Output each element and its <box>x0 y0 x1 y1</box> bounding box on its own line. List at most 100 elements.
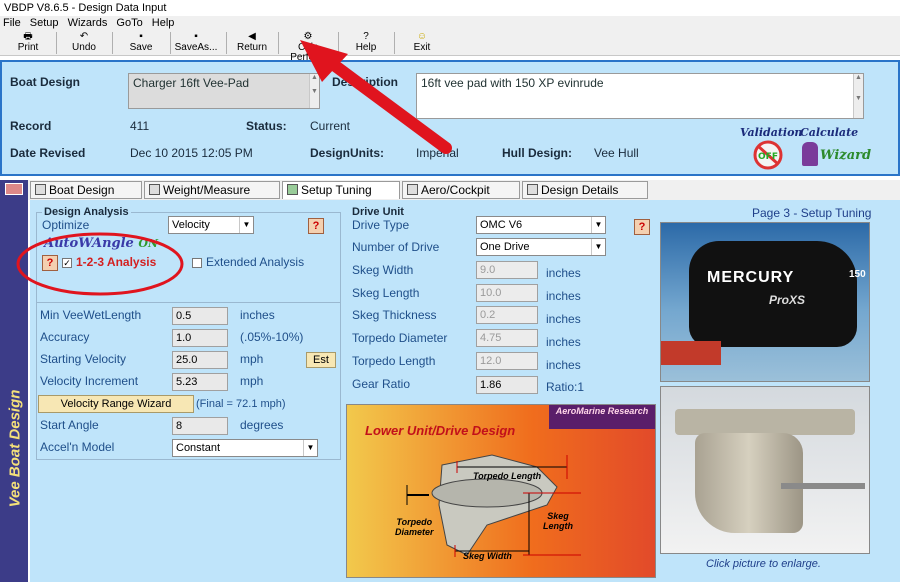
record-value: 411 <box>130 119 150 133</box>
menu-goto[interactable]: GoTo <box>113 16 145 30</box>
status-label: Status: <box>246 119 287 133</box>
tab-strip: Boat Design Input Weight/Measure Input S… <box>28 180 900 213</box>
wizard-icon <box>802 142 818 166</box>
tab-design-details-input[interactable]: Design Details Input <box>522 181 648 213</box>
tab-weight-measure-input[interactable]: Weight/Measure Input <box>144 181 280 213</box>
starting-velocity-input[interactable]: 25.0 <box>172 351 228 369</box>
accuracy-unit: (.05%-10%) <box>240 330 304 344</box>
velocity-increment-input[interactable]: 5.23 <box>172 373 228 391</box>
page-title: Page 3 - Setup Tuning <box>752 206 872 220</box>
menu-setup[interactable]: Setup <box>27 16 62 30</box>
torpedo-diameter-input[interactable]: 4.75 <box>476 329 538 347</box>
gear-ratio-input[interactable]: 1.86 <box>476 376 538 394</box>
velocity-range-wizard-button[interactable]: Velocity Range Wizard <box>38 395 194 413</box>
velocity-increment-label: Velocity Increment <box>40 374 139 388</box>
tuning-icon <box>287 184 298 195</box>
start-angle-unit: degrees <box>240 418 284 432</box>
menu-bar: File Setup Wizards GoTo Help <box>0 16 900 30</box>
torpedo-length-unit: inches <box>546 358 581 372</box>
return-button[interactable]: ◀ Return <box>232 30 272 56</box>
outboard-motor-photo[interactable]: MERCURY 150 ProXS <box>660 222 870 382</box>
skeg-thickness-input[interactable]: 0.2 <box>476 306 538 324</box>
menu-help[interactable]: Help <box>149 16 178 30</box>
optimize-select[interactable]: Velocity ▼ <box>168 216 254 234</box>
skeg-width-label: Skeg Width <box>352 263 414 277</box>
accuracy-input[interactable]: 1.0 <box>172 329 228 347</box>
min-vee-wet-length-label: Min VeeWetLength <box>40 308 142 322</box>
menu-wizards[interactable]: Wizards <box>65 16 111 30</box>
extended-analysis-label: Extended Analysis <box>206 255 305 269</box>
optimize-help-button[interactable]: ? <box>308 218 324 234</box>
save-button[interactable]: ▪ Save <box>120 30 162 56</box>
skeg-length-label: Skeg Length <box>352 286 420 300</box>
analysis-help-button[interactable]: ? <box>42 255 58 271</box>
scrollbar[interactable]: ▲ ▼ <box>309 74 319 108</box>
date-revised-value: Dec 10 2015 12:05 PM <box>130 146 253 160</box>
motor-model: ProXS <box>769 293 806 307</box>
min-vee-wet-length-input[interactable]: 0.5 <box>172 307 228 325</box>
save-as-button[interactable]: ▪ SaveAs... <box>174 30 218 56</box>
chevron-down-icon: ▼ <box>239 217 253 233</box>
drive-help-button[interactable]: ? <box>634 219 650 235</box>
help-button[interactable]: ? Help <box>346 30 386 56</box>
calc-perform-button[interactable]: ⚙ Calc Perform <box>282 30 334 63</box>
gear-ratio-unit: Ratio:1 <box>546 380 585 394</box>
autowangle-logo[interactable]: AutoWAngle ON <box>44 236 158 251</box>
validation-logo[interactable]: Validation OFF <box>740 126 802 172</box>
app-logo <box>5 183 23 195</box>
scrollbar[interactable]: ▲ ▼ <box>853 74 863 118</box>
skeg-length-input[interactable]: 10.0 <box>476 284 538 302</box>
undo-button[interactable]: ↶ Undo <box>64 30 104 56</box>
drive-type-label: Drive Type <box>352 218 410 232</box>
anti-ventilation-plate <box>675 409 855 435</box>
start-angle-input[interactable]: 8 <box>172 417 228 435</box>
exit-button[interactable]: ☺ Exit <box>402 30 442 56</box>
description-field[interactable]: 16ft vee pad with 150 XP evinrude ▲ ▼ <box>416 73 864 119</box>
lower-unit-photo[interactable] <box>660 386 870 554</box>
validation-off-icon: OFF <box>753 140 783 170</box>
number-of-drive-label: Number of Drive <box>352 240 440 254</box>
hull-design-value: Vee Hull <box>594 146 639 160</box>
svg-text:OFF: OFF <box>758 152 778 162</box>
lower-unit-diagram[interactable]: AeroMarine Research Lower Unit/Drive Des… <box>346 404 656 578</box>
extended-analysis-checkbox[interactable] <box>192 258 202 268</box>
motor-hp: 150 <box>849 269 866 280</box>
tab-boat-design-input[interactable]: Boat Design Input <box>30 181 142 213</box>
analysis-123-checkbox[interactable]: ✓ <box>62 258 72 268</box>
sidebar: Vee Boat Design <box>0 180 28 582</box>
drive-type-select[interactable]: OMC V6 ▼ <box>476 216 606 234</box>
accel-model-select[interactable]: Constant ▼ <box>172 439 318 457</box>
torpedo-length-input[interactable]: 12.0 <box>476 352 538 370</box>
accuracy-label: Accuracy <box>40 330 90 344</box>
skeg-length-callout: Skeg Length <box>543 511 573 531</box>
record-label: Record <box>10 119 52 133</box>
torpedo-diameter-callout: Torpedo Diameter <box>395 517 434 537</box>
skeg-thickness-unit: inches <box>546 312 581 326</box>
chevron-down-icon: ▼ <box>591 239 605 255</box>
skeg-width-input[interactable]: 9.0 <box>476 261 538 279</box>
starting-velocity-unit: mph <box>240 352 264 366</box>
gear-ratio-label: Gear Ratio <box>352 377 411 391</box>
start-angle-label: Start Angle <box>40 418 99 432</box>
tab-setup-tuning-input[interactable]: Setup Tuning Input <box>282 181 400 213</box>
menu-file[interactable]: File <box>0 16 24 30</box>
boat-design-field[interactable]: Charger 16ft Vee-Pad ▲ ▼ <box>128 73 320 109</box>
window-title: VBDP V8.6.5 - Design Data Input <box>0 0 900 16</box>
skeg-thickness-label: Skeg Thickness <box>352 308 437 322</box>
print-button[interactable]: 🖶 Print <box>8 30 48 56</box>
drive-unit-title: Drive Unit <box>352 206 404 218</box>
skeg-width-callout: Skeg Width <box>463 551 512 561</box>
status-value: Current <box>310 119 351 133</box>
estimate-button[interactable]: Est <box>306 352 336 368</box>
calculate-wizard-logo[interactable]: Calculate Wizard <box>800 126 871 172</box>
skeg-length-unit: inches <box>546 289 581 303</box>
velocity-increment-unit: mph <box>240 374 264 388</box>
boat-hull <box>661 341 721 365</box>
date-revised-label: Date Revised <box>10 146 86 160</box>
prop-shaft <box>781 483 865 489</box>
motor-brand: MERCURY <box>707 269 795 286</box>
tab-aero-cockpit-input[interactable]: Aero/Cockpit Input <box>402 181 520 213</box>
toolbar: 🖶 Print ↶ Undo ▪ Save ▪ SaveAs... ◀ Return ⚙ C… <box>0 30 900 63</box>
number-of-drive-select[interactable]: One Drive ▼ <box>476 238 606 256</box>
boat-design-label: Boat Design <box>10 75 81 89</box>
